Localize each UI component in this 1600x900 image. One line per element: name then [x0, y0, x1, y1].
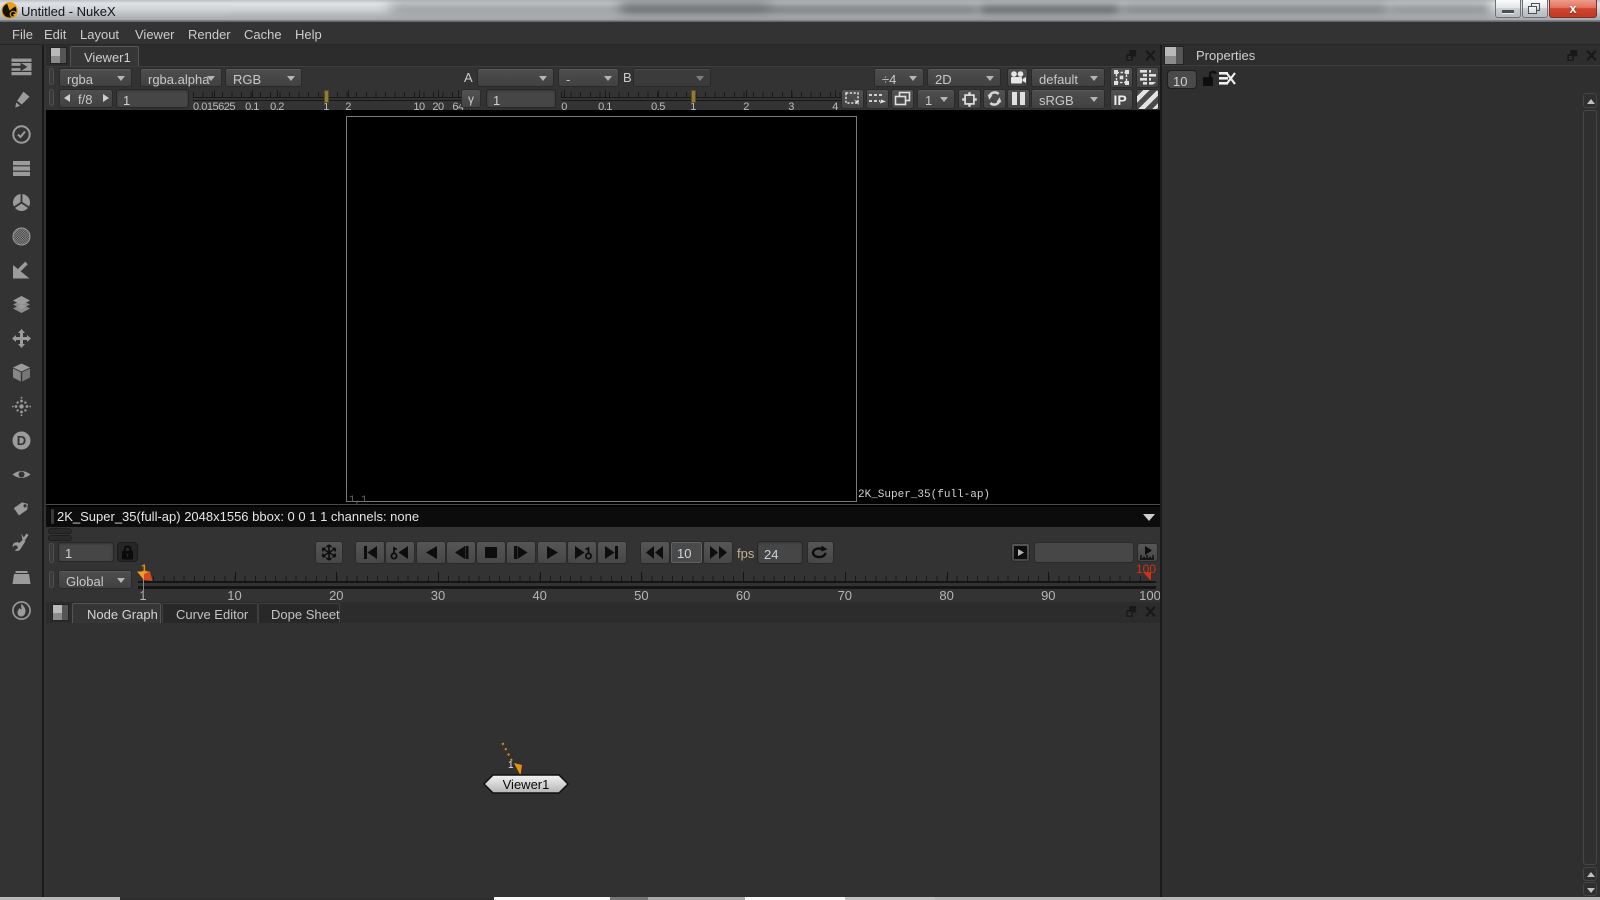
- svg-text:1: 1: [508, 760, 514, 771]
- svg-text:D: D: [17, 433, 26, 448]
- svg-text:Viewer1: Viewer1: [503, 777, 550, 792]
